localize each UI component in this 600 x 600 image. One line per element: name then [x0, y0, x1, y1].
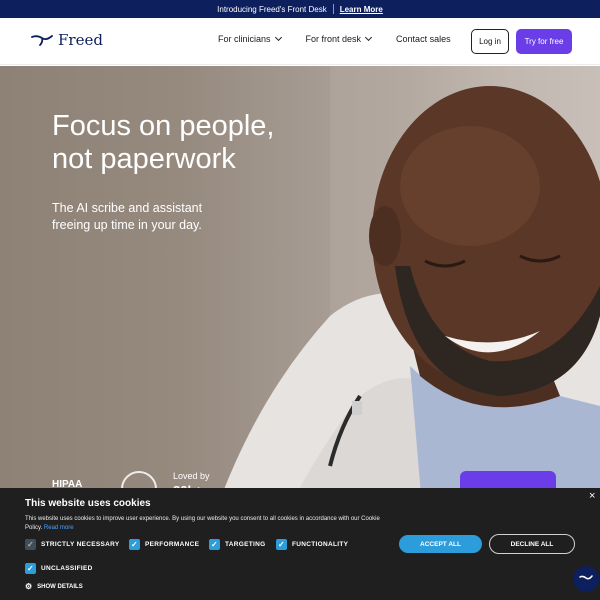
- cookie-banner: This website uses cookies × This website…: [0, 488, 600, 600]
- show-details-toggle[interactable]: ⚙ SHOW DETAILS: [25, 582, 83, 591]
- close-icon[interactable]: ×: [589, 490, 595, 502]
- checkbox-strictly-necessary[interactable]: ✓ STRICTLY NECESSARY: [25, 539, 119, 550]
- nav-contact-sales[interactable]: Contact sales: [396, 34, 451, 44]
- chevron-down-icon: [274, 33, 282, 42]
- announcement-bar: Introducing Freed's Front Desk Learn Mor…: [0, 0, 600, 18]
- checkmark-icon: ✓: [209, 539, 220, 550]
- nav-for-front-desk-label: For front desk: [305, 34, 362, 44]
- hero-subtitle: The AI scribe and assistant freeing up t…: [52, 200, 242, 234]
- decline-all-button[interactable]: DECLINE ALL: [489, 534, 575, 554]
- announcement-divider: [332, 4, 334, 14]
- announcement-text: Introducing Freed's Front Desk: [217, 4, 327, 14]
- hero-subtitle-line-1: The AI scribe and assistant: [52, 201, 203, 215]
- checkbox-functionality-label: FUNCTIONALITY: [292, 541, 349, 548]
- accept-all-button[interactable]: ACCEPT ALL: [399, 535, 482, 553]
- checkbox-functionality[interactable]: ✓ FUNCTIONALITY: [276, 539, 348, 550]
- chevron-down-icon: [365, 33, 373, 42]
- brand-logo[interactable]: Freed: [31, 31, 103, 49]
- hero-heading: Focus on people, not paperwork: [52, 110, 332, 176]
- nav-for-clinicians-label: For clinicians: [218, 34, 271, 44]
- learn-more-link[interactable]: Learn More: [340, 5, 383, 14]
- hero-subtitle-line-2: freeing up time in your day.: [52, 218, 202, 232]
- checkbox-unclassified-label: UNCLASSIFIED: [41, 565, 93, 572]
- checkmark-icon: ✓: [25, 563, 36, 574]
- chat-button[interactable]: [573, 566, 599, 592]
- login-button[interactable]: Log in: [471, 29, 509, 54]
- checkbox-unclassified[interactable]: ✓ UNCLASSIFIED: [25, 563, 93, 574]
- cookie-description: This website uses cookies to improve use…: [25, 515, 395, 533]
- cookie-title: This website uses cookies: [25, 498, 151, 509]
- checkbox-targeting-label: TARGETING: [225, 541, 266, 548]
- hero-heading-line-1: Focus on people,: [52, 110, 275, 142]
- cookie-body: This website uses cookies to improve use…: [25, 516, 380, 531]
- freed-bird-icon: [31, 35, 53, 46]
- gear-icon: ⚙: [25, 582, 33, 591]
- chat-icon: [579, 575, 593, 580]
- checkbox-strictly-necessary-label: STRICTLY NECESSARY: [41, 541, 120, 548]
- brand-name: Freed: [58, 31, 103, 49]
- show-details-label: SHOW DETAILS: [37, 583, 83, 590]
- checkbox-targeting[interactable]: ✓ TARGETING: [209, 539, 266, 550]
- try-for-free-button[interactable]: Try for free: [516, 29, 572, 54]
- nav-contact-sales-label: Contact sales: [396, 34, 451, 44]
- read-more-link[interactable]: Read more: [44, 525, 74, 531]
- nav-links: For clinicians For front desk Contact sa…: [218, 33, 451, 44]
- top-navigation: Freed For clinicians For front desk Cont…: [0, 18, 600, 65]
- nav-for-clinicians[interactable]: For clinicians: [218, 33, 282, 44]
- checkmark-icon: ✓: [276, 539, 287, 550]
- checkmark-icon: ✓: [25, 539, 36, 550]
- checkmark-icon: ✓: [129, 539, 140, 550]
- nav-for-front-desk[interactable]: For front desk: [305, 33, 373, 44]
- loved-by-label: Loved by: [173, 471, 210, 481]
- checkbox-performance-label: PERFORMANCE: [145, 541, 200, 548]
- checkbox-performance[interactable]: ✓ PERFORMANCE: [129, 539, 199, 550]
- hero-heading-line-2: not paperwork: [52, 143, 236, 175]
